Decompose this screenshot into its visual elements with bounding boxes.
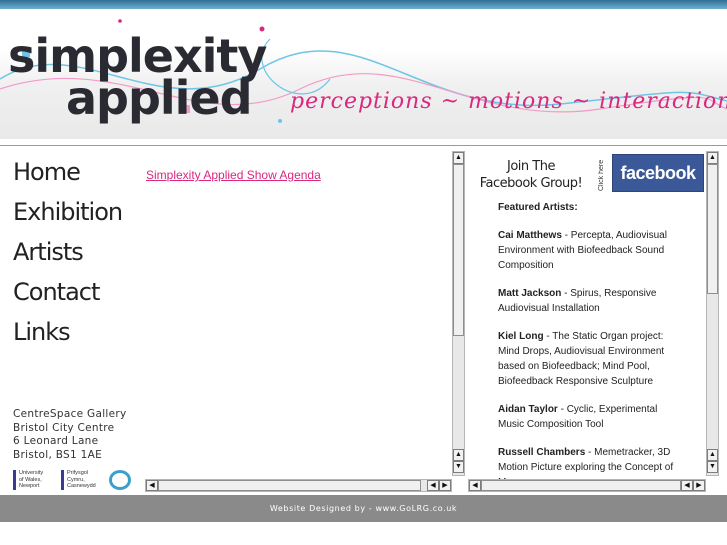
featured-artists: Featured Artists: Cai Matthews - Percept… <box>498 200 676 503</box>
nav-links[interactable]: Links <box>13 318 71 346</box>
artist-entry: Aidan Taylor - Cyclic, Experimental Musi… <box>498 402 676 432</box>
address-line: Bristol, BS1 1AE <box>13 448 103 461</box>
artist-name: Matt Jackson <box>498 288 562 299</box>
nav-exhibition[interactable]: Exhibition <box>13 198 123 226</box>
scroll-left-icon[interactable]: ◀ <box>681 480 693 491</box>
scroll-down-icon[interactable]: ▼ <box>707 461 718 473</box>
artist-entry: Matt Jackson - Spirus, Responsive Audiov… <box>498 286 676 316</box>
gallery-address: CentreSpace Gallery Bristol City Centre … <box>13 408 127 462</box>
scroll-up-icon[interactable]: ▲ <box>707 449 718 461</box>
address-line: Bristol City Centre <box>13 421 115 434</box>
right-horizontal-scrollbar[interactable]: ◀ ◀ ▶ <box>468 479 706 492</box>
scroll-right-icon[interactable]: ▶ <box>693 480 705 491</box>
header-banner: simplexity applied perceptions ~ motions… <box>0 9 727 145</box>
right-frame: Join The Facebook Group! Click here face… <box>466 150 721 494</box>
uwn-logo-line: University <box>19 470 44 476</box>
scrollbar-thumb[interactable] <box>481 480 681 491</box>
footer-credit-link[interactable]: Website Designed by - www.GoLRG.co.uk <box>270 504 457 513</box>
partner-logos: University of Wales, Newport Prifysgol C… <box>13 470 131 490</box>
pcc-logo-line: Casnewydd <box>67 483 96 489</box>
artist-entry: Kiel Long - The Static Organ project: Mi… <box>498 329 676 389</box>
center-horizontal-scrollbar[interactable]: ◀ ◀ ▶ <box>145 479 452 492</box>
artist-name: Kiel Long <box>498 331 544 342</box>
footer: Website Designed by - www.GoLRG.co.uk <box>0 495 727 522</box>
scrollbar-thumb[interactable] <box>707 164 718 294</box>
center-vertical-scrollbar[interactable]: ▲ ▲ ▼ <box>452 151 465 476</box>
scroll-up-icon[interactable]: ▲ <box>453 152 464 164</box>
scroll-left-icon[interactable]: ◀ <box>469 480 481 491</box>
golrg-logo-icon <box>109 470 131 490</box>
scroll-down-icon[interactable]: ▼ <box>453 461 464 473</box>
center-frame: Simplexity Applied Show Agenda ▲ ▲ ▼ ◀ ◀… <box>141 150 466 494</box>
click-here-label: Click here <box>598 159 605 191</box>
join-line: Facebook Group! <box>479 176 583 191</box>
uwn-logo-line: Newport <box>19 483 40 489</box>
address-line: 6 Leonard Lane <box>13 435 99 447</box>
scrollbar-thumb[interactable] <box>453 164 464 336</box>
artist-name: Russell Chambers <box>498 447 586 458</box>
scrollbar-thumb[interactable] <box>158 480 421 491</box>
page-bottom <box>0 522 727 545</box>
scroll-up-icon[interactable]: ▲ <box>453 449 464 461</box>
address-line: CentreSpace Gallery <box>13 408 127 420</box>
scroll-left-icon[interactable]: ◀ <box>146 480 158 491</box>
top-strip <box>0 0 727 9</box>
logo-text-applied: applied <box>66 71 253 125</box>
right-vertical-scrollbar[interactable]: ▲ ▲ ▼ <box>706 151 719 476</box>
nav-artists[interactable]: Artists <box>13 238 84 266</box>
facebook-join-text: Join The Facebook Group! <box>476 158 586 192</box>
tagline: perceptions ~ motions ~ interactions <box>290 89 727 114</box>
artist-name: Aidan Taylor <box>498 404 558 415</box>
scroll-up-icon[interactable]: ▲ <box>707 152 718 164</box>
nav-home[interactable]: Home <box>13 158 81 186</box>
artist-name: Cai Matthews <box>498 230 562 241</box>
join-line: Join The <box>507 159 555 174</box>
main-content: Home Exhibition Artists Contact Links Ce… <box>0 145 727 495</box>
left-nav: Home Exhibition Artists Contact Links Ce… <box>5 150 131 490</box>
facebook-group-button[interactable]: facebook <box>612 154 704 192</box>
scroll-left-icon[interactable]: ◀ <box>427 480 439 491</box>
uwn-logo: University of Wales, Newport <box>13 470 43 490</box>
scroll-right-icon[interactable]: ▶ <box>439 480 451 491</box>
show-agenda-link[interactable]: Simplexity Applied Show Agenda <box>146 168 321 182</box>
nav-contact[interactable]: Contact <box>13 278 100 306</box>
pcc-logo: Prifysgol Cymru, Casnewydd <box>61 470 96 490</box>
featured-artists-title: Featured Artists: <box>498 202 578 213</box>
artist-entry: Cai Matthews - Percepta, Audiovisual Env… <box>498 228 676 273</box>
